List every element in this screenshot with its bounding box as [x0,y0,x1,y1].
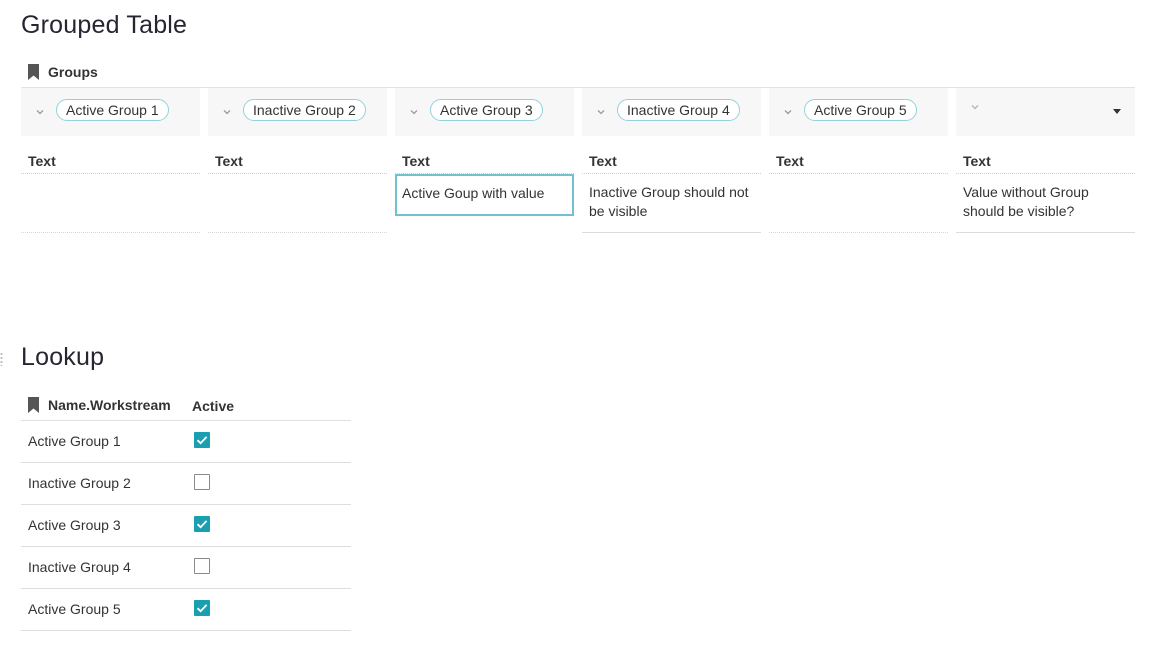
chevron-down-icon[interactable] [409,107,419,117]
group-column-empty: Text Value without Group should be visib… [956,88,1135,233]
table-cell[interactable] [21,174,200,233]
table-row[interactable]: Active Group 5 [21,589,351,631]
checkbox-checked-icon[interactable] [194,516,210,532]
row-name[interactable]: Active Group 5 [28,601,121,617]
chevron-down-icon[interactable] [596,107,606,117]
groups-section-label: Groups [27,64,98,80]
column-header-active[interactable]: Active [192,398,234,414]
checkbox-unchecked-icon[interactable] [194,474,210,490]
row-name[interactable]: Active Group 1 [28,433,121,449]
lookup-header-row: Name.Workstream Active [21,395,351,421]
group-column: Inactive Group 4 Text Inactive Group sho… [582,88,761,233]
column-header-label: Name.Workstream [48,397,171,413]
table-cell[interactable] [208,174,387,233]
checkbox-unchecked-icon[interactable] [194,558,210,574]
table-row[interactable]: Inactive Group 4 [21,547,351,589]
chevron-down-icon[interactable] [35,107,45,117]
group-column: Active Group 5 Text [769,88,948,233]
group-pill[interactable]: Active Group 5 [804,99,917,121]
table-cell[interactable]: Value without Group should be visible? [956,174,1135,233]
group-pill[interactable]: Active Group 1 [56,99,169,121]
table-cell-selected[interactable]: Active Goup with value [395,174,574,216]
bookmark-icon [27,397,40,413]
group-pill[interactable]: Active Group 3 [430,99,543,121]
drag-handle-icon[interactable] [0,352,3,366]
row-name[interactable]: Inactive Group 4 [28,559,131,575]
chevron-down-icon[interactable] [222,107,232,117]
table-cell[interactable]: Inactive Group should not be visible [582,174,761,233]
checkbox-checked-icon[interactable] [194,432,210,448]
group-pill[interactable]: Inactive Group 4 [617,99,740,121]
groups-label: Groups [48,64,98,80]
group-column: Inactive Group 2 Text [208,88,387,233]
chevron-down-icon[interactable] [783,107,793,117]
group-header[interactable]: Inactive Group 2 [208,88,387,136]
column-header[interactable]: Text [769,137,948,174]
page-title-grouped-table: Grouped Table [21,11,188,39]
column-header[interactable]: Text [208,137,387,174]
table-row[interactable]: Active Group 1 [21,421,351,463]
group-pill[interactable]: Inactive Group 2 [243,99,366,121]
row-name[interactable]: Inactive Group 2 [28,475,131,491]
group-column: Active Group 1 Text [21,88,200,233]
column-header[interactable]: Text [21,137,200,174]
column-header[interactable]: Text [582,137,761,174]
table-cell[interactable] [769,174,948,233]
column-header[interactable]: Text [395,137,574,174]
column-header-name[interactable]: Name.Workstream [27,397,171,413]
group-header[interactable]: Inactive Group 4 [582,88,761,136]
page-title-lookup: Lookup [21,343,105,371]
checkbox-checked-icon[interactable] [194,600,210,616]
chevron-down-icon[interactable] [970,102,980,112]
group-header[interactable]: Active Group 3 [395,88,574,136]
row-name[interactable]: Active Group 3 [28,517,121,533]
bookmark-icon [27,64,40,80]
group-header[interactable]: Active Group 5 [769,88,948,136]
table-row[interactable]: Inactive Group 2 [21,463,351,505]
group-header[interactable]: Active Group 1 [21,88,200,136]
caret-down-icon[interactable] [1113,109,1121,114]
group-column: Active Group 3 Text Active Goup with val… [395,88,574,216]
column-header[interactable]: Text [956,137,1135,174]
table-row[interactable]: Active Group 3 [21,505,351,547]
group-header[interactable] [956,88,1135,136]
